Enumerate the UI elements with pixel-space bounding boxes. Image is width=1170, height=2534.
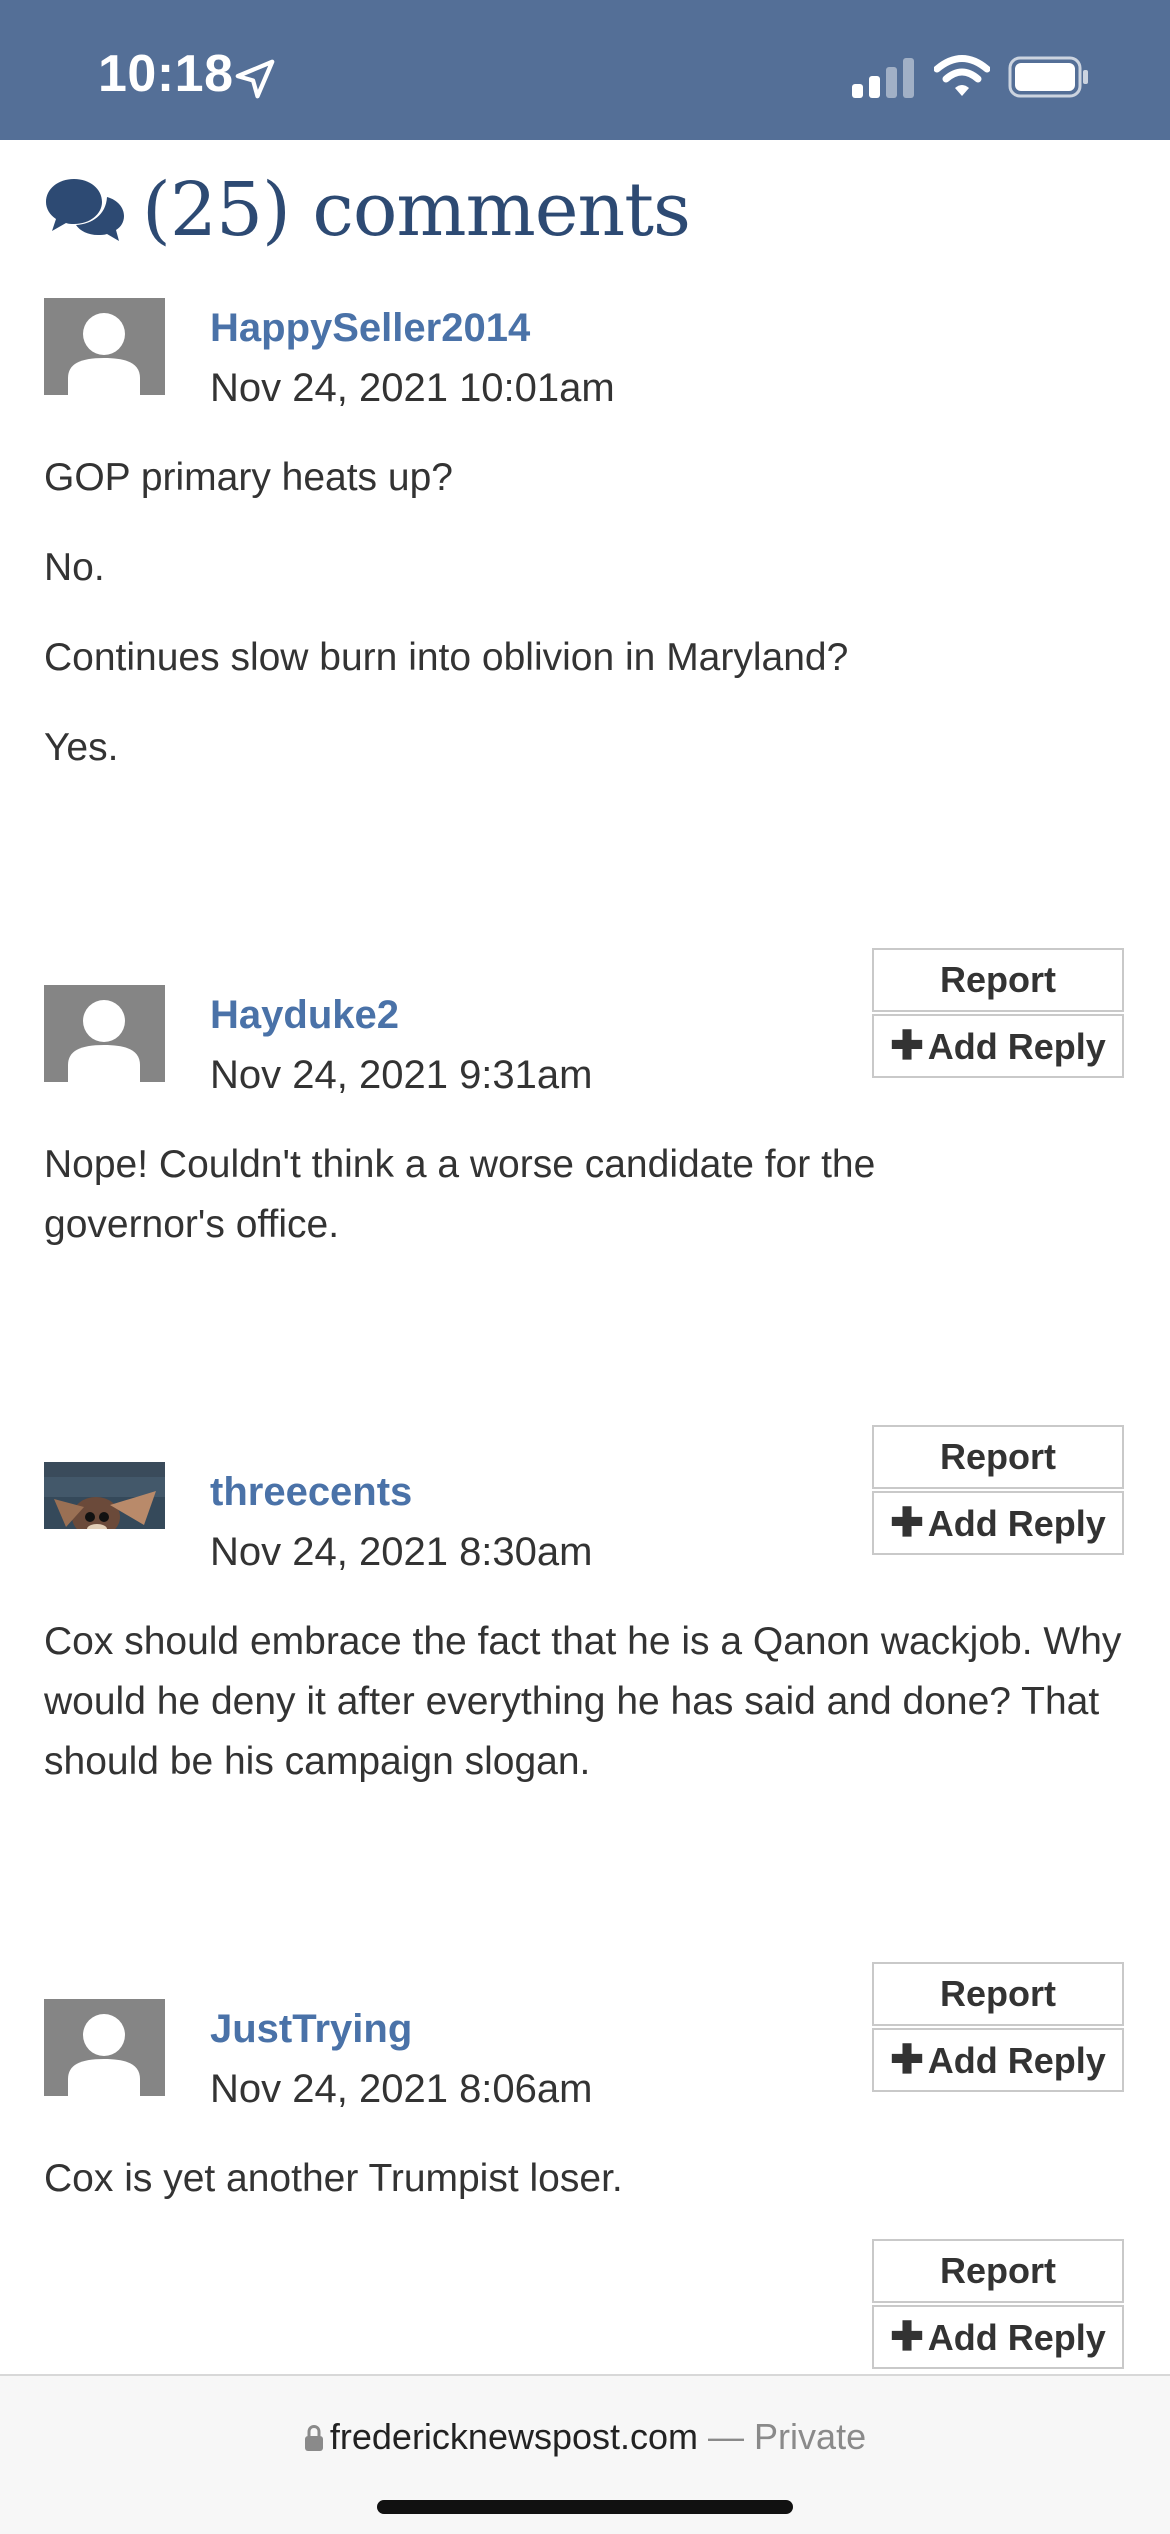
comment-timestamp: Nov 24, 2021 8:30am — [210, 1530, 593, 1574]
comment-actions: Report ✚ Add Reply — [872, 948, 1124, 1080]
comment-body: Cox is yet another Trumpist loser. — [44, 2149, 1134, 2239]
battery-icon — [1008, 56, 1088, 98]
default-avatar-icon — [44, 1999, 165, 2096]
comment-timestamp: Nov 24, 2021 8:06am — [210, 2067, 593, 2111]
comment-actions: Report ✚ Add Reply — [872, 1962, 1124, 2094]
add-reply-button[interactable]: ✚ Add Reply — [872, 2305, 1124, 2369]
url-display[interactable]: fredericknewspost.com — Private — [0, 2416, 1170, 2458]
comment-body: Nope! Couldn't think a a worse candidate… — [44, 1135, 1004, 1285]
plus-icon: ✚ — [890, 1024, 924, 1068]
comment-paragraph: Continues slow burn into oblivion in Mar… — [44, 636, 849, 679]
comment-username[interactable]: threecents — [210, 1470, 412, 1515]
comment-actions: Report ✚ Add Reply — [872, 1425, 1124, 1557]
comment-timestamp: Nov 24, 2021 10:01am — [210, 366, 615, 410]
plus-icon: ✚ — [890, 2038, 924, 2082]
comment-username[interactable]: HappySeller2014 — [210, 306, 530, 351]
default-avatar-icon — [44, 298, 165, 395]
add-reply-label: Add Reply — [927, 1026, 1106, 1067]
status-bar: 10:18 — [0, 0, 1170, 140]
comment-paragraph: GOP primary heats up? — [44, 456, 453, 499]
comment-username[interactable]: JustTrying — [210, 2007, 412, 2052]
report-button[interactable]: Report — [872, 1962, 1124, 2026]
cellular-signal-icon — [852, 58, 914, 98]
lock-icon — [304, 2424, 323, 2451]
wifi-icon — [934, 55, 990, 96]
chat-bubbles-icon — [46, 179, 124, 241]
comments-heading: (25) comments — [44, 160, 691, 260]
add-reply-label: Add Reply — [927, 1503, 1106, 1544]
plus-icon: ✚ — [890, 1501, 924, 1545]
comments-title: (25) comments — [142, 167, 691, 253]
location-arrow-icon — [235, 59, 275, 99]
add-reply-button[interactable]: ✚ Add Reply — [872, 1491, 1124, 1555]
comment-paragraph: Cox is yet another Trumpist loser. — [44, 2157, 623, 2200]
comment-paragraph: No. — [44, 546, 105, 589]
url-domain: fredericknewspost.com — [329, 2416, 699, 2457]
home-indicator[interactable] — [377, 2500, 793, 2514]
comment-username[interactable]: Hayduke2 — [210, 993, 399, 1038]
report-button[interactable]: Report — [872, 1425, 1124, 1489]
report-button[interactable]: Report — [872, 2239, 1124, 2303]
add-reply-button[interactable]: ✚ Add Reply — [872, 1014, 1124, 1078]
comment-timestamp: Nov 24, 2021 9:31am — [210, 1053, 593, 1097]
comment-paragraph: Cox should embrace the fact that he is a… — [44, 1620, 1122, 1783]
private-mode-label: — Private — [708, 2416, 867, 2457]
plus-icon: ✚ — [890, 2315, 924, 2359]
default-avatar-icon — [44, 985, 165, 1082]
add-reply-label: Add Reply — [927, 2040, 1106, 2081]
comment-actions: Report ✚ Add Reply — [872, 2239, 1124, 2371]
comment-body: Cox should embrace the fact that he is a… — [44, 1612, 1144, 1822]
comment-paragraph: Yes. — [44, 726, 119, 769]
report-button[interactable]: Report — [872, 948, 1124, 1012]
comment-body: GOP primary heats up? No. Continues slow… — [44, 448, 1134, 808]
add-reply-button[interactable]: ✚ Add Reply — [872, 2028, 1124, 2092]
add-reply-label: Add Reply — [927, 2317, 1106, 2358]
status-time: 10:18 — [98, 45, 234, 103]
comment-paragraph: Nope! Couldn't think a a worse candidate… — [44, 1143, 876, 1246]
browser-address-bar[interactable]: fredericknewspost.com — Private — [0, 2374, 1170, 2534]
user-photo-avatar — [44, 1462, 165, 1529]
